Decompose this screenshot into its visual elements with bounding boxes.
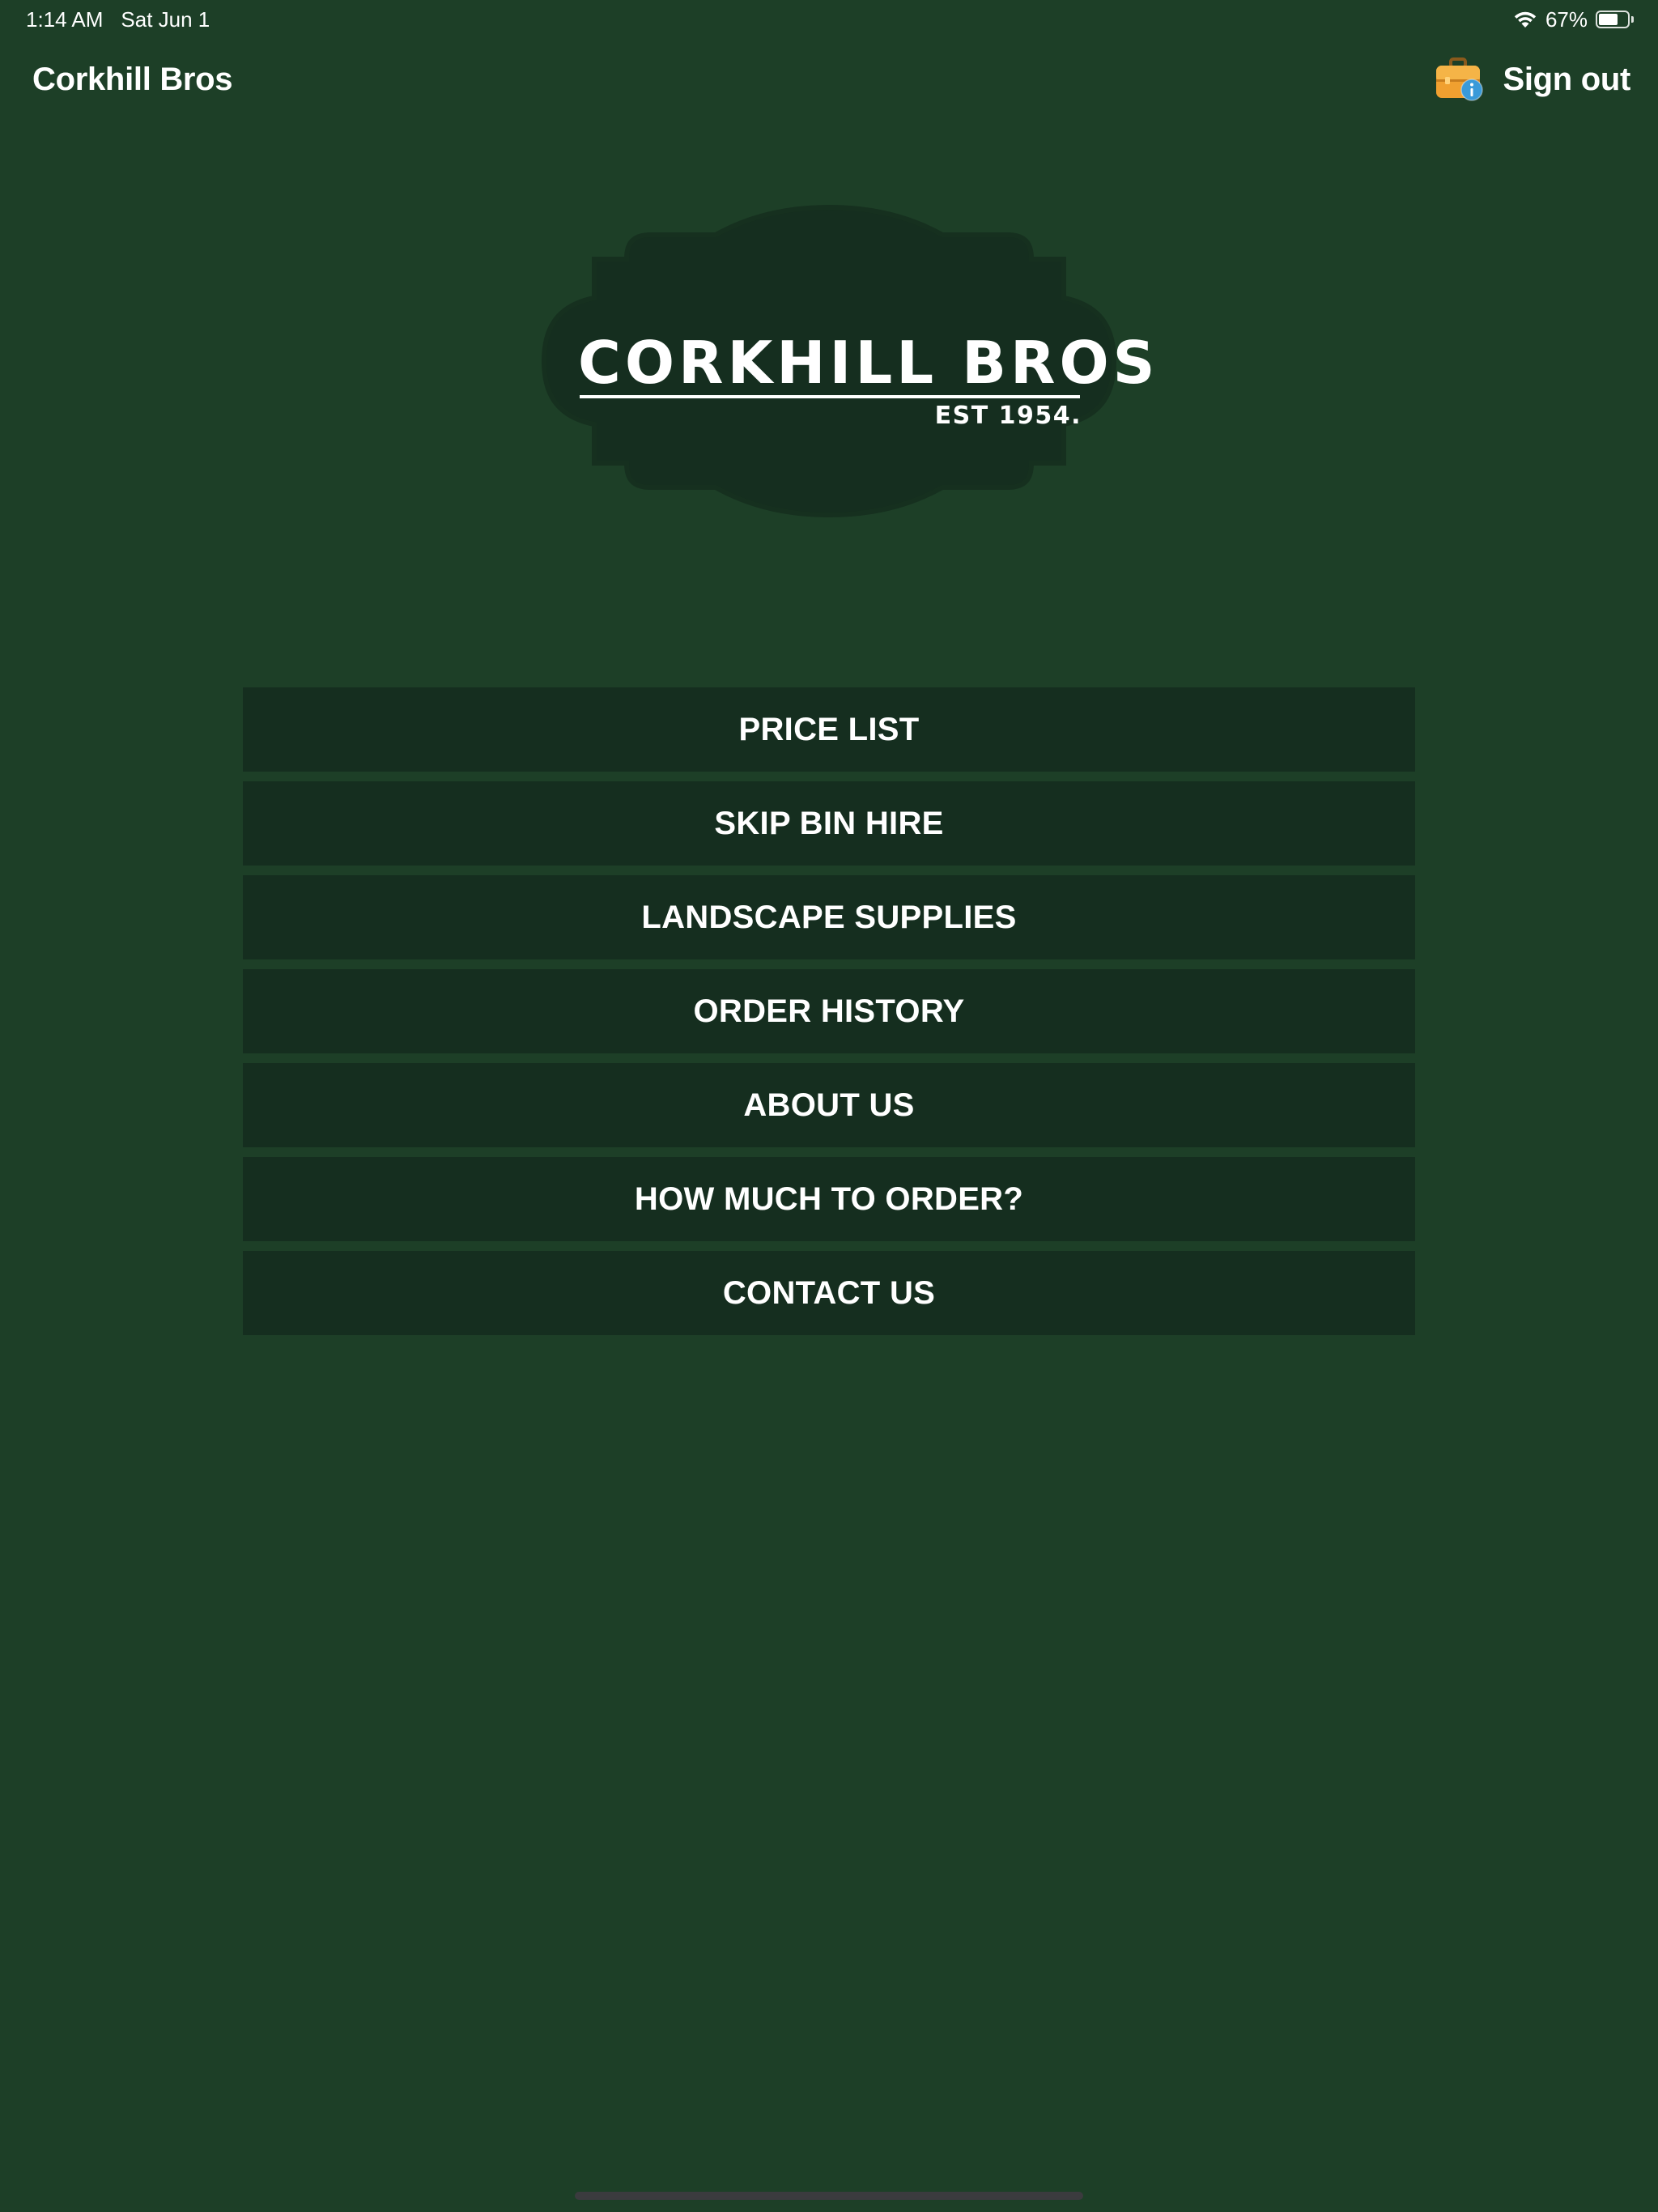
nav-right: Sign out [1435, 53, 1630, 105]
landscape-supplies-button[interactable]: LANDSCAPE SUPPLIES [243, 875, 1415, 959]
home-indicator[interactable] [575, 2192, 1083, 2200]
battery-percent: 67% [1545, 6, 1588, 32]
status-right: 67% [1513, 6, 1634, 32]
nav-title: Corkhill Bros [32, 62, 233, 97]
status-bar: 1:14 AM Sat Jun 1 67% [0, 0, 1658, 39]
logo-rule [580, 395, 1080, 398]
logo-wordmark: CORKHILL BROS [578, 329, 1159, 397]
briefcase-info-icon[interactable] [1435, 57, 1485, 101]
battery-cap [1631, 16, 1634, 23]
battery-icon [1596, 11, 1634, 28]
about-us-button[interactable]: ABOUT US [243, 1063, 1415, 1147]
sign-out-button[interactable]: Sign out [1503, 62, 1630, 98]
contact-us-button[interactable]: CONTACT US [243, 1251, 1415, 1335]
wifi-icon [1513, 10, 1537, 29]
skip-bin-hire-button[interactable]: SKIP BIN HIRE [243, 781, 1415, 866]
status-time: 1:14 AM [26, 7, 104, 32]
price-list-button[interactable]: PRICE LIST [243, 687, 1415, 772]
battery-level [1599, 14, 1618, 25]
logo-established: EST 1954. [934, 402, 1082, 430]
order-history-button[interactable]: ORDER HISTORY [243, 969, 1415, 1053]
how-much-to-order-button[interactable]: HOW MUCH TO ORDER? [243, 1157, 1415, 1241]
status-date: Sat Jun 1 [121, 7, 210, 32]
status-left: 1:14 AM Sat Jun 1 [26, 6, 210, 32]
battery-body [1596, 11, 1630, 28]
company-logo: CORKHILL BROS EST 1954. [538, 202, 1159, 523]
main-menu: PRICE LIST SKIP BIN HIRE LANDSCAPE SUPPL… [243, 687, 1415, 1345]
